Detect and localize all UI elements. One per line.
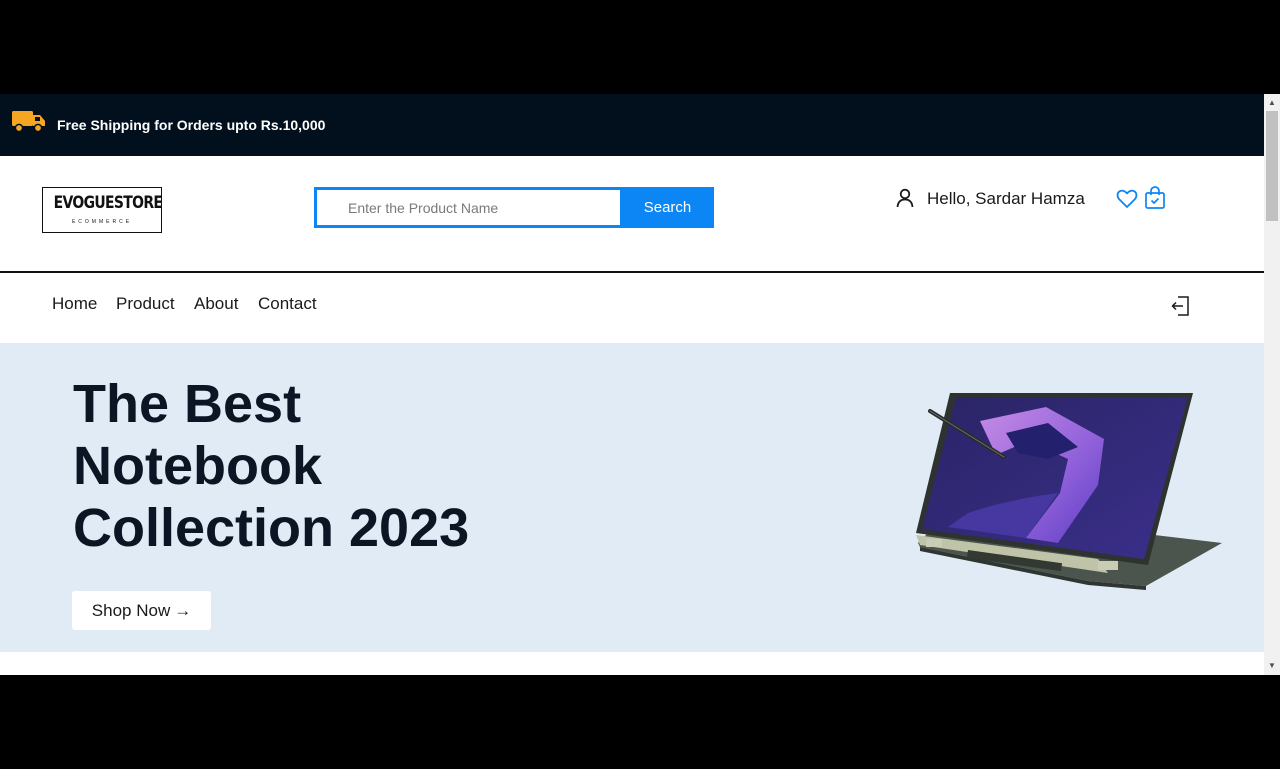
content-section xyxy=(0,652,1264,675)
hero-title: The Best Notebook Collection 2023 xyxy=(73,373,523,559)
user-icon[interactable] xyxy=(895,188,915,208)
search-input[interactable] xyxy=(317,190,620,225)
scroll-thumb[interactable] xyxy=(1266,111,1278,221)
scroll-down-icon[interactable]: ▼ xyxy=(1264,659,1280,673)
shipping-banner: Free Shipping for Orders upto Rs.10,000 xyxy=(0,94,1264,156)
search-button[interactable]: Search xyxy=(621,187,714,228)
laptop-image xyxy=(916,393,1222,590)
browser-viewport: Free Shipping for Orders upto Rs.10,000 … xyxy=(0,94,1280,675)
hero-banner: The Best Notebook Collection 2023 Shop N… xyxy=(0,343,1264,652)
search-bar: Search xyxy=(314,187,714,228)
scroll-up-icon[interactable]: ▲ xyxy=(1264,96,1280,110)
hero-title-line: Notebook xyxy=(73,436,322,496)
store-logo[interactable]: EVOGUESTORE ECOMMERCE xyxy=(42,187,163,233)
user-greeting[interactable]: Hello, Sardar Hamza xyxy=(927,189,1085,209)
shop-now-button[interactable]: Shop Now → xyxy=(72,591,211,630)
main-nav: Home Product About Contact xyxy=(0,273,1264,343)
truck-icon xyxy=(12,111,45,133)
logo-subtitle: ECOMMERCE xyxy=(71,219,133,225)
nav-product[interactable]: Product xyxy=(116,294,175,314)
page: Free Shipping for Orders upto Rs.10,000 … xyxy=(0,94,1264,675)
shipping-text: Free Shipping for Orders upto Rs.10,000 xyxy=(57,117,326,133)
hero-title-line: The Best xyxy=(73,374,302,434)
shopping-bag-icon[interactable] xyxy=(1144,186,1166,210)
nav-contact[interactable]: Contact xyxy=(258,294,317,314)
hero-title-line: Collection 2023 xyxy=(73,498,470,558)
site-header: EVOGUESTORE ECOMMERCE Search Hello, Sard… xyxy=(0,156,1264,272)
nav-about[interactable]: About xyxy=(194,294,238,314)
arrow-right-icon: → xyxy=(174,600,192,620)
heart-icon[interactable] xyxy=(1116,188,1138,210)
logout-icon[interactable] xyxy=(1170,295,1190,317)
shop-now-label: Shop Now xyxy=(91,600,171,620)
logo-title: EVOGUESTORE xyxy=(53,193,163,213)
nav-home[interactable]: Home xyxy=(52,294,97,314)
page-scrollbar[interactable]: ▲ ▼ xyxy=(1264,94,1280,675)
